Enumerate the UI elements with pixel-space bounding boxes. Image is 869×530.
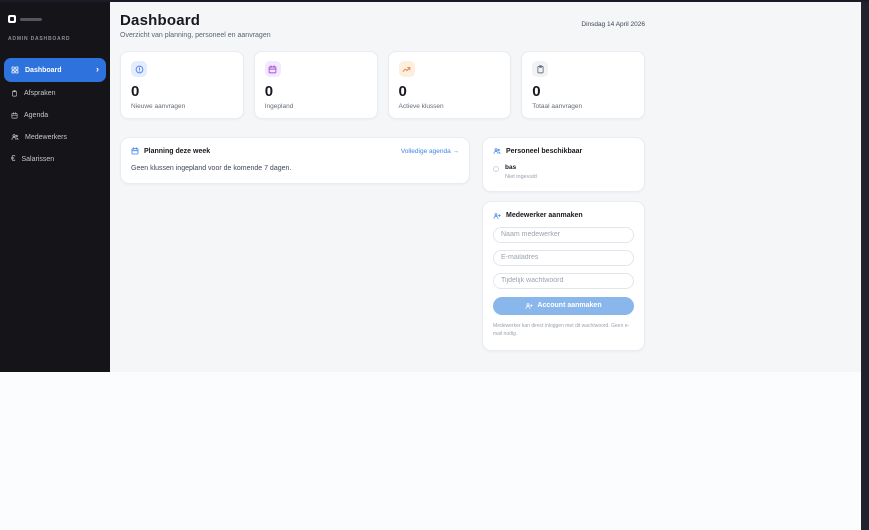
stat-card-actieve-klussen: 0 Actieve klussen — [387, 51, 512, 119]
sidebar-item-label: Afspraken — [24, 89, 56, 97]
employee-name-input[interactable] — [493, 226, 634, 243]
page-subtitle: Overzicht van planning, personeel en aan… — [120, 32, 271, 39]
stat-label: Totaal aanvragen — [532, 103, 583, 110]
employee-email-input[interactable] — [493, 249, 634, 266]
planning-card: Planning deze week Volledige agenda → Ge… — [120, 137, 470, 184]
sidebar-item-afspraken[interactable]: Afspraken — [4, 82, 106, 104]
stat-label: Ingepland — [264, 103, 294, 110]
personnel-list-item: bas Niet ingevuld — [493, 164, 634, 180]
app-logo — [8, 15, 110, 23]
people-icon — [493, 148, 501, 155]
chevron-right-icon: › — [96, 64, 99, 74]
person-name: bas — [505, 164, 517, 171]
sidebar-nav: Dashboard › Afspraken Agenda Medewerkers… — [0, 58, 110, 170]
stat-value: 0 — [398, 83, 407, 100]
window-right-edge — [861, 0, 869, 530]
create-employee-title: Medewerker aanmaken — [506, 212, 583, 220]
sidebar-item-dashboard[interactable]: Dashboard › — [4, 58, 106, 82]
calendar-icon — [131, 147, 139, 155]
sidebar: ADMIN DASHBOARD Dashboard › Afspraken Ag… — [0, 0, 110, 372]
brand-label: ADMIN DASHBOARD — [8, 36, 71, 42]
planning-empty-message: Geen klussen ingepland voor de komende 7… — [131, 165, 292, 172]
logo-text — [20, 17, 42, 21]
page-title: Dashboard — [120, 12, 201, 29]
create-employee-card: Medewerker aanmaken Account aanmaken Med… — [482, 200, 645, 351]
alert-circle-icon — [135, 65, 143, 73]
full-agenda-link[interactable]: Volledige agenda → — [401, 148, 459, 155]
calendar-icon — [268, 64, 277, 73]
create-employee-note: Medewerker kan direct inloggen met dit w… — [493, 322, 630, 338]
current-date: Dinsdag 14 April 2026 — [581, 21, 645, 28]
clipboard-icon — [537, 64, 544, 73]
sidebar-item-label: Salarissen — [21, 155, 55, 163]
stat-value: 0 — [532, 83, 541, 100]
sidebar-item-label: Dashboard — [25, 66, 62, 74]
sidebar-item-agenda[interactable]: Agenda — [4, 104, 106, 126]
window-top-edge — [0, 0, 869, 2]
stat-card-nieuwe-aanvragen: 0 Nieuwe aanvragen — [120, 51, 244, 119]
stat-label: Nieuwe aanvragen — [131, 103, 186, 110]
status-dot-icon — [493, 166, 499, 172]
page-header: Dashboard Overzicht van planning, person… — [120, 2, 645, 39]
right-column: Personeel beschikbaar bas Niet ingevuld — [482, 137, 645, 351]
sidebar-item-medewerkers[interactable]: Medewerkers — [4, 126, 106, 148]
stat-card-ingepland: 0 Ingepland — [253, 51, 378, 119]
app-window: ADMIN DASHBOARD Dashboard › Afspraken Ag… — [0, 0, 861, 372]
grid-icon — [11, 66, 19, 74]
stat-card-totaal-aanvragen: 0 Totaal aanvragen — [521, 51, 645, 119]
calendar-icon — [11, 111, 18, 118]
logo-mark-icon — [8, 15, 16, 23]
sidebar-item-label: Medewerkers — [25, 133, 68, 141]
create-account-label: Account aanmaken — [537, 302, 602, 310]
main-area: Dashboard Overzicht van planning, person… — [110, 2, 861, 372]
personnel-card: Personeel beschikbaar bas Niet ingevuld — [482, 137, 645, 192]
personnel-title: Personeel beschikbaar — [506, 147, 583, 155]
person-plus-icon — [493, 213, 501, 219]
person-status: Niet ingevuld — [505, 173, 537, 180]
stats-row: 0 Nieuwe aanvragen 0 Ingepland 0 Actieve… — [120, 51, 645, 119]
euro-icon: € — [11, 154, 16, 163]
stat-value: 0 — [264, 83, 274, 100]
people-icon — [11, 134, 19, 141]
stat-label: Actieve klussen — [398, 103, 444, 110]
clipboard-icon — [12, 89, 17, 96]
create-account-button[interactable]: Account aanmaken — [493, 296, 634, 315]
sidebar-item-label: Agenda — [24, 111, 49, 119]
trending-up-icon — [402, 66, 411, 72]
sidebar-item-salarissen[interactable]: € Salarissen — [4, 148, 106, 170]
employee-password-input[interactable] — [493, 272, 634, 289]
planning-title: Planning deze week — [144, 147, 211, 155]
person-plus-icon — [526, 303, 534, 309]
stat-value: 0 — [131, 83, 140, 100]
